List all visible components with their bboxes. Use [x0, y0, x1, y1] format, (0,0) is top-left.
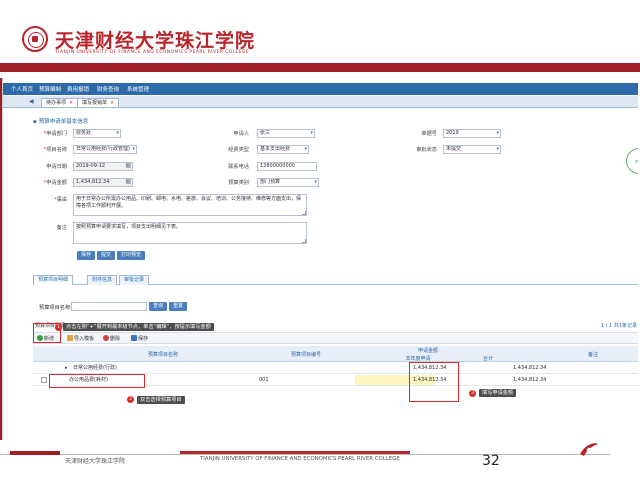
type-label: 经费类型 [228, 147, 249, 153]
doc-no-label: 单据号 [421, 131, 437, 137]
filter-input[interactable] [71, 302, 147, 311]
dept-select[interactable]: 财务处 [73, 129, 121, 138]
footer-line [0, 454, 610, 455]
status-label: 审批状态 [416, 147, 437, 153]
budget-label: 预算类别 [228, 180, 249, 186]
project-name-highlight [49, 374, 145, 388]
row-checkbox[interactable] [41, 377, 47, 383]
menu-item[interactable]: 财务查询 [97, 85, 119, 93]
close-icon[interactable]: × [69, 100, 73, 106]
section-title: 预算申请单基本信息 [33, 117, 89, 125]
phone-label: 联系电话 [228, 164, 249, 170]
page-number: 32 [482, 453, 500, 469]
applicant-label: 申请人 [233, 131, 249, 137]
subtab-attachment[interactable]: 附件信息 [87, 275, 118, 285]
tab-form[interactable]: 填写报销单 × [77, 98, 120, 107]
doc-no-field[interactable]: 2019 [443, 129, 501, 138]
row-amount-b: 1,434,812.34 [513, 365, 547, 371]
step-dot: 1 [55, 324, 62, 331]
school-name-en: TIANJIN UNIVERSITY OF FINANCE AND ECONOM… [55, 50, 250, 55]
delete-icon [103, 335, 109, 341]
row-code: 001 [259, 377, 269, 383]
status-select[interactable]: 未提交 [443, 145, 501, 154]
grid-toolbar: 新增 导入模板 删除 保存 [33, 332, 638, 344]
step-dot: 3 [469, 390, 476, 397]
slide-header: 天津财经大学珠江学院 TIANJIN UNIVERSITY OF FINANCE… [0, 0, 640, 72]
col-remark: 备注 [587, 352, 598, 358]
col-name: 预算项目名称 [147, 352, 178, 358]
school-name-cn: 天津财经大学珠江学院 [55, 30, 256, 52]
date-field[interactable]: 2019-09-12 [73, 162, 133, 171]
tab-label: 填写报销单 [82, 100, 108, 106]
callout-bottom-right: 填写申请金额 [479, 389, 517, 397]
expand-icon[interactable]: ▸ [65, 363, 68, 374]
app-window: 个人首页 预算编制 费用报销 财务查询 系统管理 ◀ 待办事项 × 填写报销单 × … [2, 78, 638, 440]
reset-button[interactable]: 重置 [169, 302, 188, 311]
school-seal-icon [22, 26, 48, 52]
footer-school-en: TIANJIN UNIVERSITY OF FINANCE AND ECONOM… [200, 456, 400, 462]
close-icon[interactable]: × [110, 100, 114, 106]
import-icon [67, 335, 73, 341]
menu-item[interactable]: 系统管理 [127, 85, 149, 93]
approval-stamp: 审核 [626, 148, 638, 174]
reason-textarea[interactable]: 用于日常办公所需办公用品、印刷、邮电、水电、差旅、会议、培训、公务接待、维修等方… [73, 194, 307, 216]
delete-button[interactable]: 删除 [103, 335, 120, 343]
menu-item[interactable]: 预算编制 [39, 85, 61, 93]
project-label: *项目名称 [43, 147, 67, 153]
amount-field[interactable]: 1,434,812.34 [73, 178, 133, 187]
footer-accent [10, 451, 60, 455]
reason-text: 用于日常办公所需办公用品、印刷、邮电、水电、差旅、会议、培训、公务接待、维修等方… [76, 196, 302, 209]
back-icon[interactable]: ◀ [29, 99, 35, 105]
callout-top: 点击左侧“+”展开到最末级节点，单击“编辑”，按提示填写金额 [63, 323, 214, 331]
resize-handle[interactable] [302, 211, 306, 215]
type-select[interactable]: 基本支出经费 [257, 145, 309, 154]
col-amount-group: 申请金额 [417, 348, 438, 354]
save-button[interactable]: 保存 [77, 251, 96, 260]
menu-bar: 个人首页 预算编制 费用报销 财务查询 系统管理 [3, 83, 638, 95]
date-label: 申请日期 [46, 164, 67, 170]
header-bar [0, 63, 640, 72]
remark-textarea[interactable]: 按照预算申请要求填写，项目支出明细见下表。 [73, 222, 307, 244]
project-select[interactable]: 日常公用经费(行政管理) [73, 145, 137, 154]
import-button[interactable]: 导入模板 [67, 335, 94, 343]
remark-text: 按照预算申请要求填写，项目支出明细见下表。 [76, 224, 182, 230]
col-amount-a: 本年度申请 [405, 356, 431, 362]
col-code: 预算项目编号 [290, 352, 321, 358]
footer-school-cn: 天津财经大学珠江学院 [65, 458, 126, 465]
dept-label: *申请部门 [43, 131, 67, 137]
submit-button[interactable]: 提交 [97, 251, 116, 260]
menu-item[interactable]: 费用报销 [67, 85, 89, 93]
grid-pager[interactable]: 1 / 1 共1条记录 [601, 322, 637, 329]
subtab-approval[interactable]: 审批记录 [119, 275, 150, 285]
amount-highlight [409, 362, 459, 402]
swoosh-logo-icon [580, 443, 598, 456]
amount-label: *申请金额 [43, 180, 67, 186]
row-name: 日常公用经费(行政) [73, 365, 117, 371]
filter-label: 预算项目名称: [39, 305, 72, 311]
callout-bottom-left: 双击选择预算项目 [137, 396, 185, 404]
budget-select[interactable]: 部门预算 [257, 178, 319, 187]
table-row[interactable]: ▸ 日常公用经费(行政) 1,434,812.34 1,434,812.34 [33, 363, 638, 374]
subtab-budget-detail[interactable]: 预算项目明细 [33, 275, 74, 285]
phone-field[interactable]: 13800000000 [257, 162, 317, 171]
grid-header: 预算项目名称 预算项目编号 申请金额 本年度申请 合计 备注 [33, 346, 638, 362]
tab-bar: ◀ 待办事项 × 填写报销单 × [3, 96, 638, 108]
applicant-select[interactable]: 张三 [257, 129, 315, 138]
col-amount-b: 合计 [482, 356, 493, 362]
step-dot: 2 [127, 396, 134, 403]
reason-label: *事由 [54, 197, 67, 203]
tab-todo[interactable]: 待办事项 × [41, 98, 79, 107]
remark-label: 备注 [56, 225, 67, 231]
save-icon [131, 335, 137, 341]
query-button[interactable]: 查询 [149, 302, 168, 311]
menu-item[interactable]: 个人首页 [11, 85, 33, 93]
tab-label: 待办事项 [46, 100, 67, 106]
resize-handle[interactable] [302, 239, 306, 243]
print-preview-button[interactable]: 打印预览 [117, 251, 146, 260]
save-grid-button[interactable]: 保存 [131, 335, 148, 343]
row-amount-b: 1,434,812.34 [513, 377, 547, 383]
footer-accent [180, 451, 410, 454]
sub-tab-bar: 预算项目明细 附件信息 审批记录 [33, 274, 638, 285]
